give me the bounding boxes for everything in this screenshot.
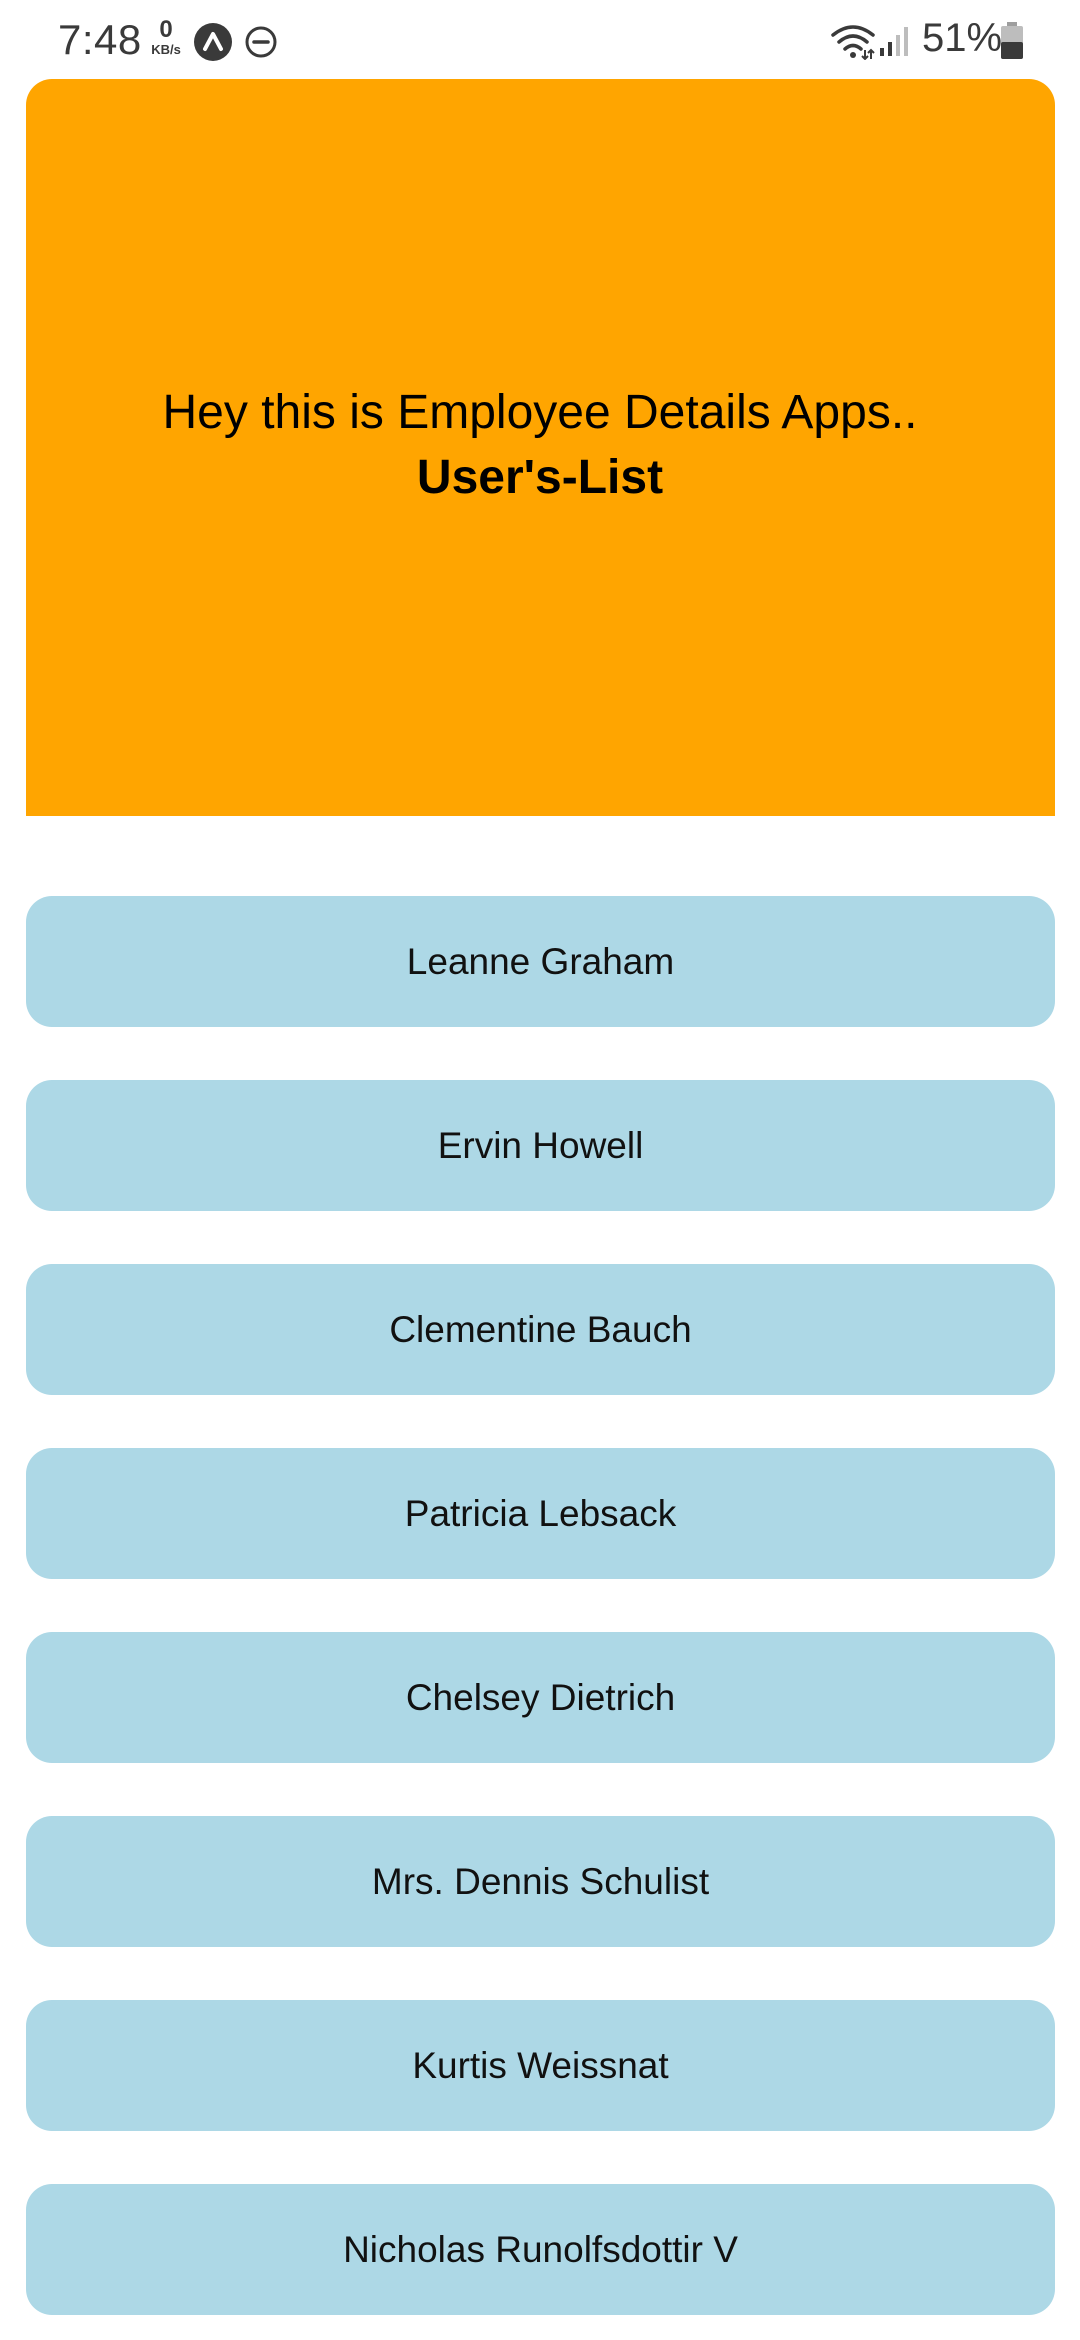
header-title: Hey this is Employee Details Apps.. <box>162 386 918 439</box>
user-list-item[interactable]: Patricia Lebsack <box>26 1448 1055 1579</box>
user-name: Ervin Howell <box>437 1124 644 1166</box>
user-name: Mrs. Dennis Schulist <box>371 1860 710 1902</box>
user-name: Patricia Lebsack <box>404 1492 677 1534</box>
battery-icon <box>1000 22 1024 65</box>
user-name: Nicholas Runolfsdottir V <box>343 2228 738 2270</box>
user-name: Leanne Graham <box>406 940 675 982</box>
header-subtitle: User's-List <box>416 451 664 504</box>
user-list-item[interactable]: Ervin Howell <box>26 1080 1055 1211</box>
battery-percent: 51% <box>922 16 1003 60</box>
user-list-item[interactable]: Chelsey Dietrich <box>26 1632 1055 1763</box>
network-speed-unit: KB/s <box>151 42 181 57</box>
user-list-item[interactable]: Nicholas Runolfsdottir V <box>26 2184 1055 2315</box>
header-banner <box>26 79 1055 816</box>
user-list-item[interactable]: Mrs. Dennis Schulist <box>26 1816 1055 1947</box>
user-list-item[interactable]: Kurtis Weissnat <box>26 2000 1055 2131</box>
status-time: 7:48 <box>58 16 142 63</box>
status-bar: 7:48 0 KB/s 51% <box>0 0 1080 80</box>
user-list-item[interactable]: Leanne Graham <box>26 896 1055 1027</box>
network-speed: 0 KB/s <box>146 16 186 57</box>
app-notification-icon <box>194 23 232 66</box>
signal-icon <box>878 24 912 63</box>
user-list-item[interactable]: Clementine Bauch <box>26 1264 1055 1395</box>
network-speed-value: 0 <box>159 16 173 43</box>
do-not-disturb-icon <box>244 25 278 64</box>
wifi-icon <box>830 22 876 65</box>
user-name: Clementine Bauch <box>389 1308 692 1350</box>
user-name: Chelsey Dietrich <box>405 1676 676 1718</box>
user-name: Kurtis Weissnat <box>412 2044 669 2086</box>
